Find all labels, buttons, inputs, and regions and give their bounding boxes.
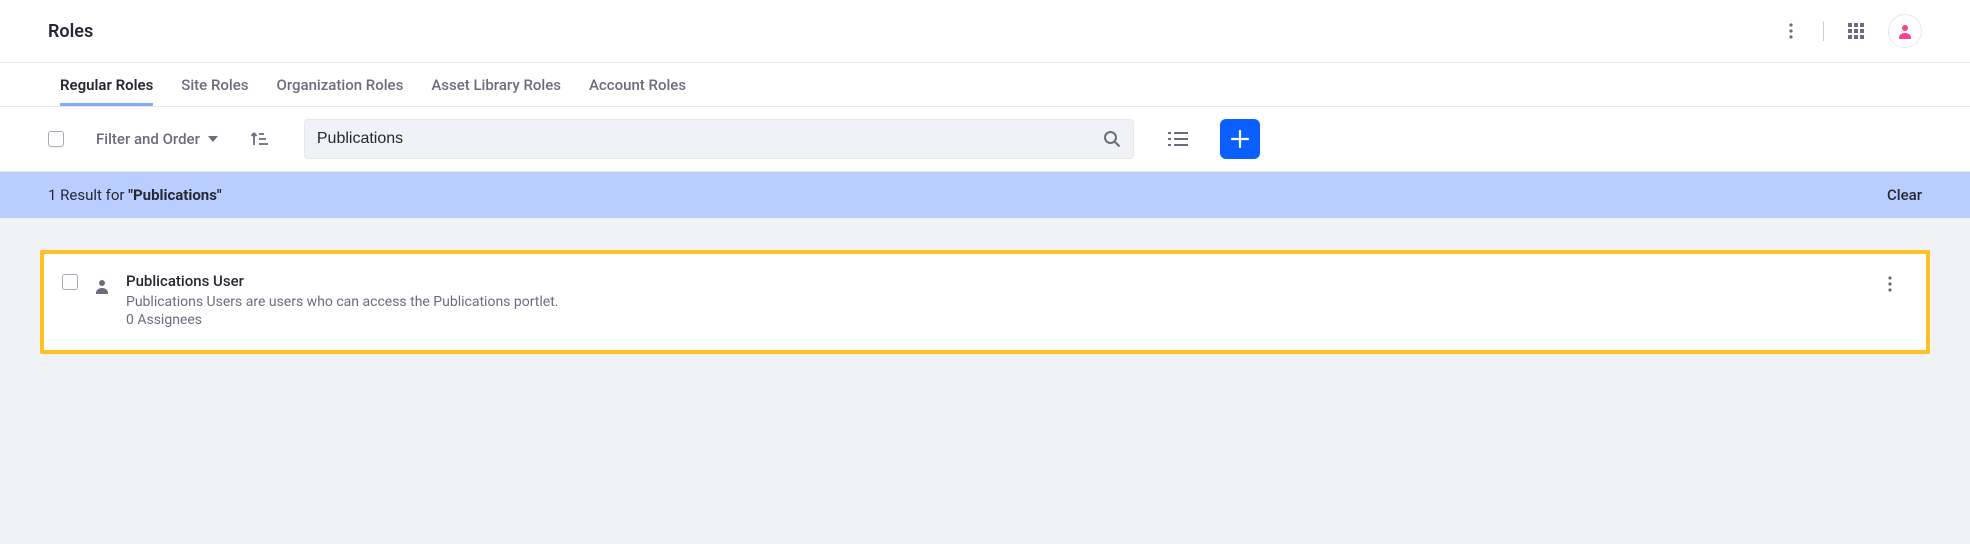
row-details: Publications User Publications Users are… [126, 272, 1862, 328]
result-summary-bar: 1 Result for "Publications" Clear [0, 172, 1970, 218]
sort-button[interactable] [246, 125, 274, 153]
result-count-text: 1 Result for [48, 186, 128, 204]
page-header: Roles [0, 0, 1970, 63]
user-avatar[interactable] [1888, 14, 1922, 48]
row-assignees: 0 Assignees [126, 312, 1862, 328]
caret-down-icon [208, 136, 218, 142]
search-field [304, 119, 1134, 159]
user-icon [94, 278, 110, 294]
add-button[interactable] [1220, 119, 1260, 159]
tab-account-roles[interactable]: Account Roles [589, 63, 686, 106]
divider [1823, 21, 1824, 41]
tab-regular-roles[interactable]: Regular Roles [60, 63, 153, 106]
view-list-icon[interactable] [1162, 123, 1194, 155]
tab-site-roles[interactable]: Site Roles [181, 63, 248, 106]
plus-icon [1231, 130, 1249, 148]
row-title: Publications User [126, 272, 1862, 290]
content-area: Publications User Publications Users are… [0, 218, 1970, 386]
select-all-checkbox[interactable] [48, 131, 64, 147]
tab-asset-library-roles[interactable]: Asset Library Roles [431, 63, 561, 106]
search-input[interactable] [317, 130, 1103, 148]
page-title: Roles [48, 21, 93, 42]
result-query: "Publications" [128, 186, 221, 204]
filter-order-label: Filter and Order [96, 130, 200, 148]
result-summary-text: 1 Result for "Publications" [48, 186, 222, 204]
toolbar: Filter and Order [0, 107, 1970, 172]
tabs-nav: Regular Roles Site Roles Organization Ro… [0, 63, 1970, 107]
row-description: Publications Users are users who can acc… [126, 294, 1862, 310]
result-row[interactable]: Publications User Publications Users are… [40, 250, 1930, 354]
kebab-icon[interactable] [1775, 15, 1807, 47]
row-kebab-icon[interactable] [1878, 276, 1902, 292]
row-checkbox[interactable] [62, 274, 78, 290]
header-actions [1775, 14, 1922, 48]
search-icon[interactable] [1103, 130, 1121, 148]
clear-button[interactable]: Clear [1887, 186, 1922, 204]
apps-grid-icon[interactable] [1840, 15, 1872, 47]
filter-order-dropdown[interactable]: Filter and Order [96, 130, 218, 148]
tab-organization-roles[interactable]: Organization Roles [276, 63, 403, 106]
